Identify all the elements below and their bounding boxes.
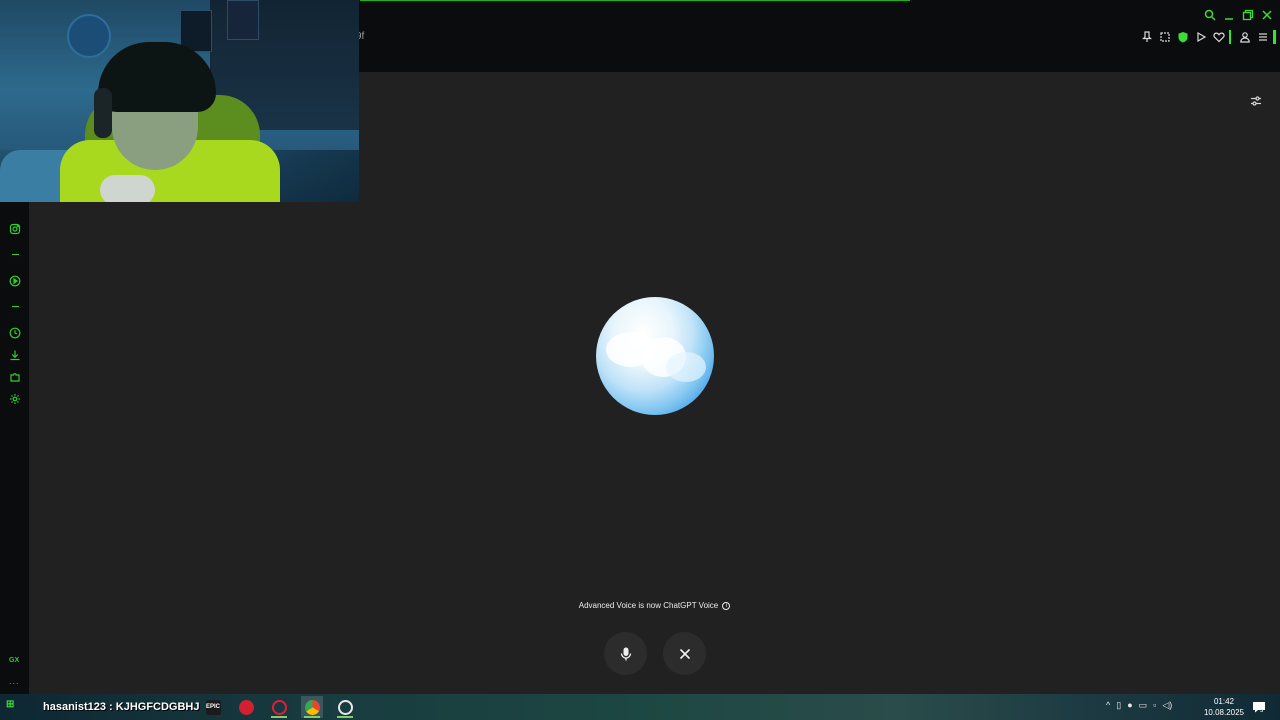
armoury-crate-icon [238,699,254,715]
epic-games-icon: EPIC [205,699,221,715]
settings-icon[interactable] [8,392,22,406]
app-running-indicator [337,716,353,718]
steelseries-icon [337,699,353,715]
info-icon[interactable]: i [722,601,731,610]
taskbar-app-chrome[interactable] [301,696,323,718]
clock-time: 01:42 [1213,697,1235,706]
sidebar-more-button[interactable]: ... [9,676,20,686]
taskbar-app-steelseries[interactable] [334,696,356,718]
taskbar-clock[interactable]: 01:42 10.08.2025 [1200,696,1248,718]
chrome-icon [304,699,320,715]
instagram-icon[interactable] [8,222,22,236]
microphone-button[interactable] [604,632,647,675]
minimize-icon[interactable] [1221,7,1237,23]
player-icon[interactable] [8,274,22,288]
voice-notice-text: Advanced Voice is now ChatGPT Voice [578,601,719,610]
clock-date: 10.08.2025 [1203,708,1245,717]
close-icon[interactable] [1259,7,1275,23]
webcam-hand [100,175,155,202]
windows-taskbar: ⊞ hasanist123 : KJHGFCDGBHJ EPIC ^ ▯ ● ▭… [0,694,1280,720]
app-running-indicator [271,716,287,718]
download-icon[interactable] [8,348,22,362]
tray-device-icon[interactable]: ▯ [1116,700,1121,711]
system-tray: ^ ▯ ● ▭ ▫ ◁) [1106,700,1172,711]
tray-network-icon[interactable]: ▭ [1139,700,1148,711]
gx-label[interactable]: GX [9,657,19,664]
webcam-wall-logo [67,14,111,58]
microphone-icon [620,647,631,660]
heart-icon[interactable] [1211,29,1227,45]
tray-volume-icon[interactable]: ◁) [1162,700,1172,711]
app-running-indicator [304,716,320,718]
extensions-icon[interactable] [8,370,22,384]
play-icon[interactable] [1193,29,1209,45]
tray-microphone-icon[interactable]: ● [1127,700,1132,711]
toolbar-separator [1229,30,1231,44]
taskbar-username-overlay: hasanist123 : KJHGFCDGBHJ [43,701,200,713]
start-button[interactable]: ⊞ [6,699,14,710]
opera-gx-icon [271,699,287,715]
webcam-headset [94,88,112,138]
restore-icon[interactable] [1240,7,1256,23]
voice-settings-icon[interactable] [1249,94,1263,108]
sidebar-divider [12,306,19,307]
account-icon[interactable] [1237,29,1253,45]
notification-count: 3 [1260,708,1264,714]
close-icon [679,648,690,659]
tray-chevron-up-icon[interactable]: ^ [1106,700,1110,711]
webcam-overlay [0,0,359,202]
pin-icon[interactable] [1139,29,1155,45]
end-voice-button[interactable] [663,632,706,675]
voice-notice: Advanced Voice is now ChatGPT Voice i [0,601,1280,610]
taskbar-app-opera-gx[interactable] [268,696,290,718]
snapshot-icon[interactable] [1157,29,1173,45]
orb-cloud [666,352,706,382]
tray-display-icon[interactable]: ▫ [1153,700,1156,711]
notification-icon[interactable] [1252,700,1266,713]
shield-icon[interactable] [1175,29,1191,45]
toolbar-accent-bar [1273,30,1276,44]
taskbar-app-epic-games[interactable]: EPIC [202,696,224,718]
tab-accent-line [360,0,910,1]
history-icon[interactable] [8,326,22,340]
voice-orb [596,297,714,415]
webcam-poster [227,0,259,40]
sidebar-divider [12,254,19,255]
search-icon[interactable] [1202,7,1218,23]
menu-icon[interactable] [1255,29,1271,45]
taskbar-app-armoury[interactable] [235,696,257,718]
